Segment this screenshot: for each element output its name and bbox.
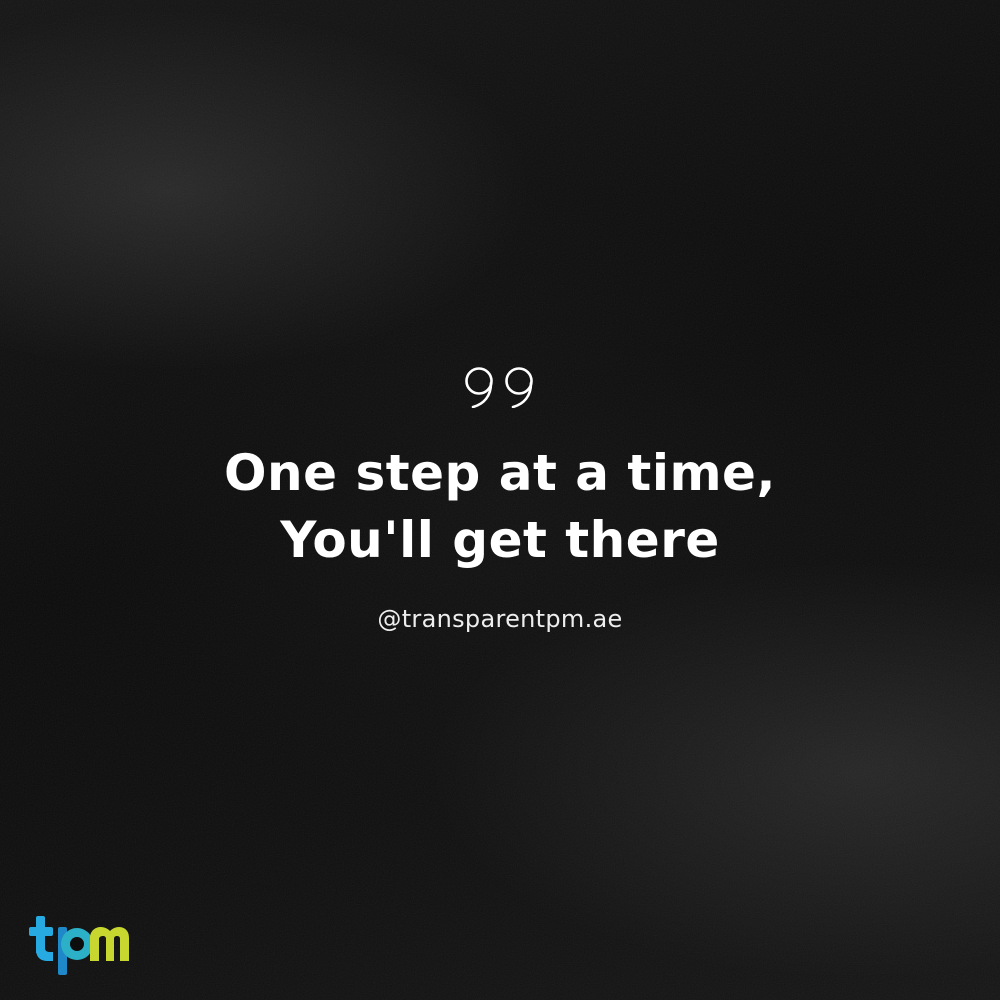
quote-marks-icon: [465, 367, 533, 408]
tpm-logo: [29, 916, 129, 975]
quote-line-1: One step at a time,: [224, 444, 776, 502]
quote-card: One step at a time, You'll get there @tr…: [0, 0, 1000, 1000]
social-handle: @transparentpm.ae: [377, 605, 623, 633]
quote-line-2: You'll get there: [280, 511, 720, 569]
quote-text: One step at a time, You'll get there: [0, 440, 1000, 574]
